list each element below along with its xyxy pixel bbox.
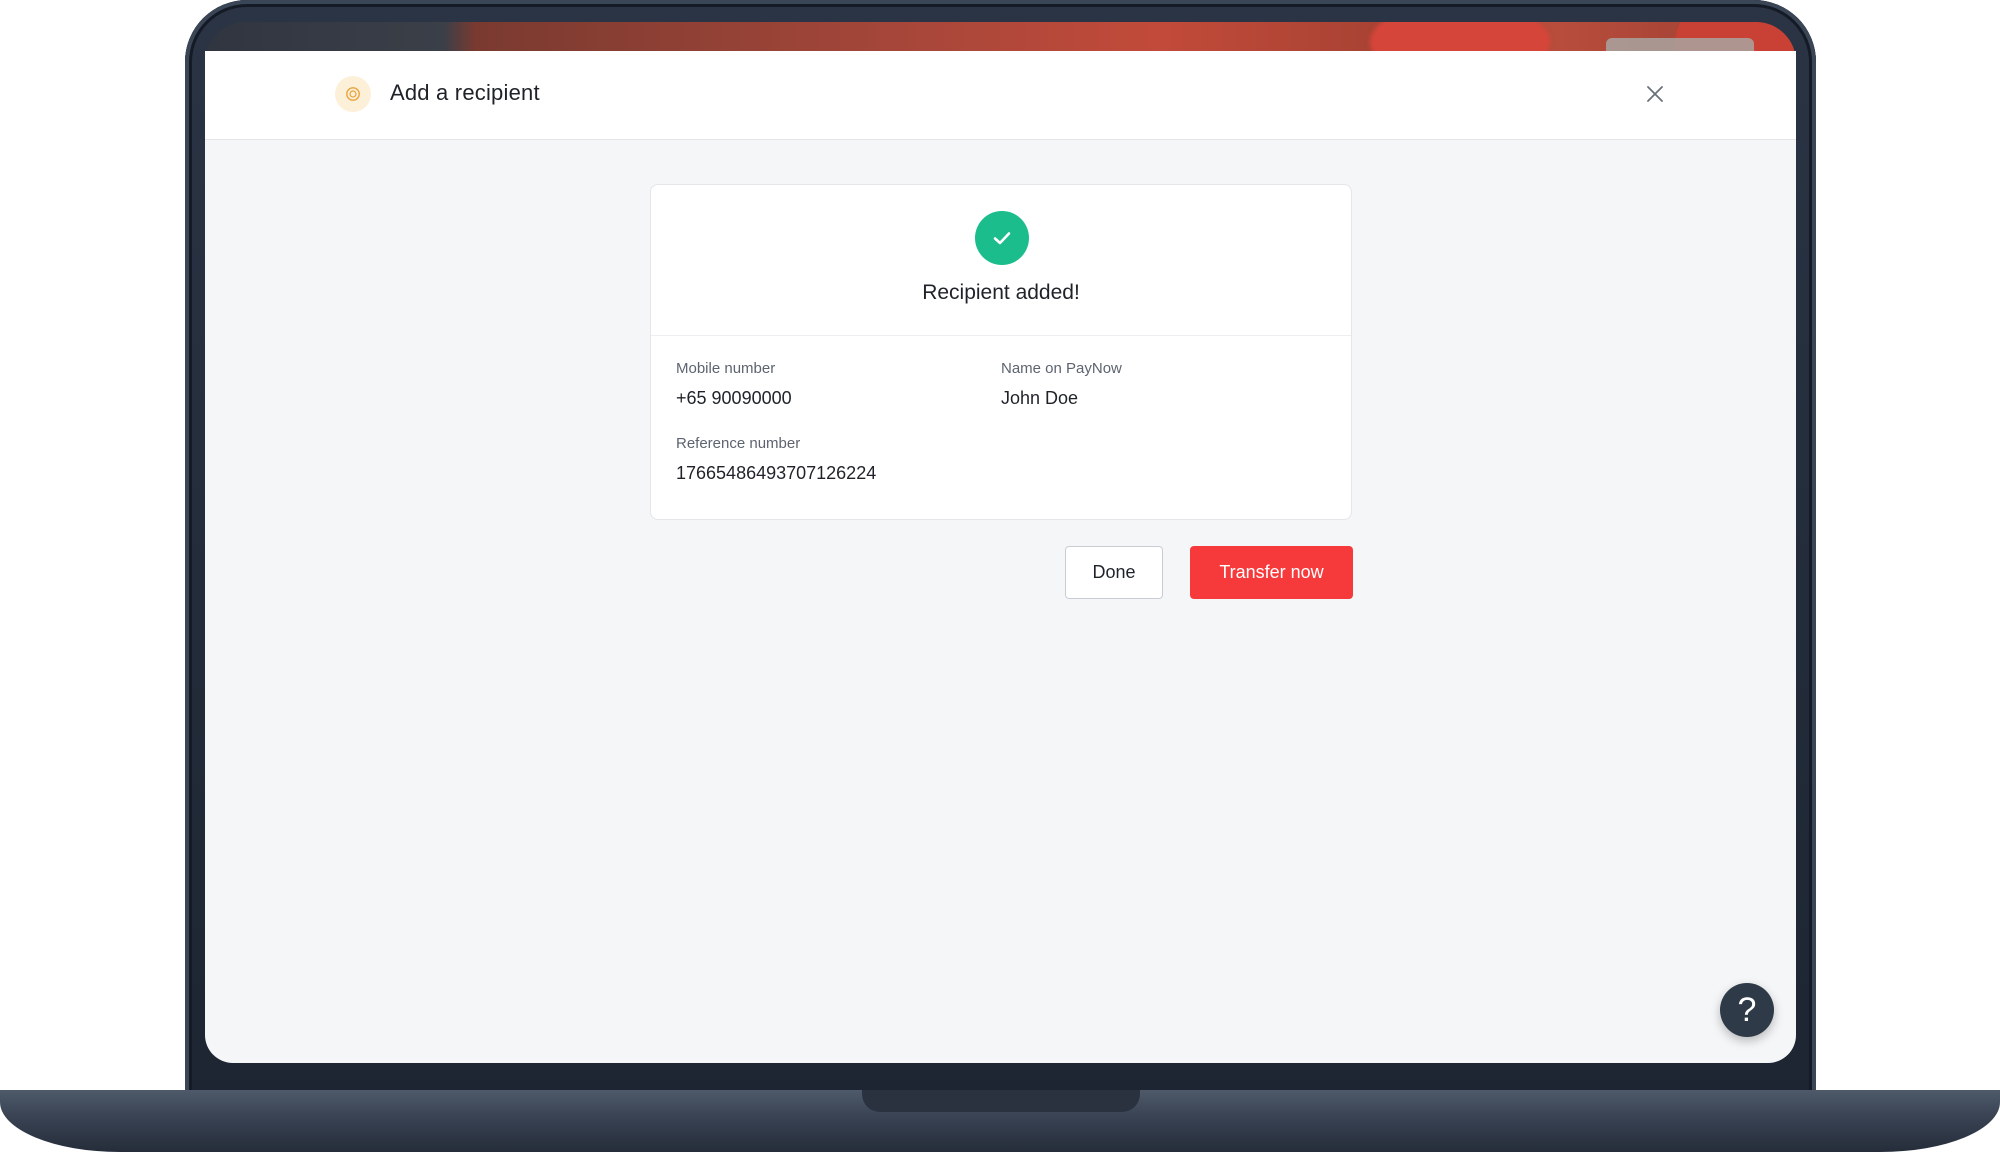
paynow-name-label: Name on PayNow [1001,360,1122,377]
help-icon[interactable]: ? [1720,983,1774,1037]
laptop-notch [862,1090,1140,1112]
confirmation-card: Recipient added! Mobile number +65 90090… [650,184,1352,520]
mobile-number-label: Mobile number [676,360,776,377]
success-message: Recipient added! [922,281,1080,304]
paynow-name-value: John Doe [1001,388,1079,408]
confirmation-header: Recipient added! [651,185,1351,336]
reference-number-value: 17665486493707126224 [676,463,877,483]
reference-number-label: Reference number [676,435,801,452]
done-button[interactable]: Done [1065,546,1163,599]
transfer-now-button[interactable]: Transfer now [1190,546,1353,599]
mobile-number-value: +65 90090000 [676,388,792,408]
modal-title: Add a recipient [390,80,540,105]
close-icon[interactable] [1642,81,1668,107]
paynow-badge-icon [335,76,371,112]
laptop-mockup: Add a recipient Recipient added! Mobile … [0,0,2000,1152]
screen: Add a recipient Recipient added! Mobile … [205,51,1796,1063]
modal-header: Add a recipient [205,51,1796,140]
check-icon [975,211,1029,265]
